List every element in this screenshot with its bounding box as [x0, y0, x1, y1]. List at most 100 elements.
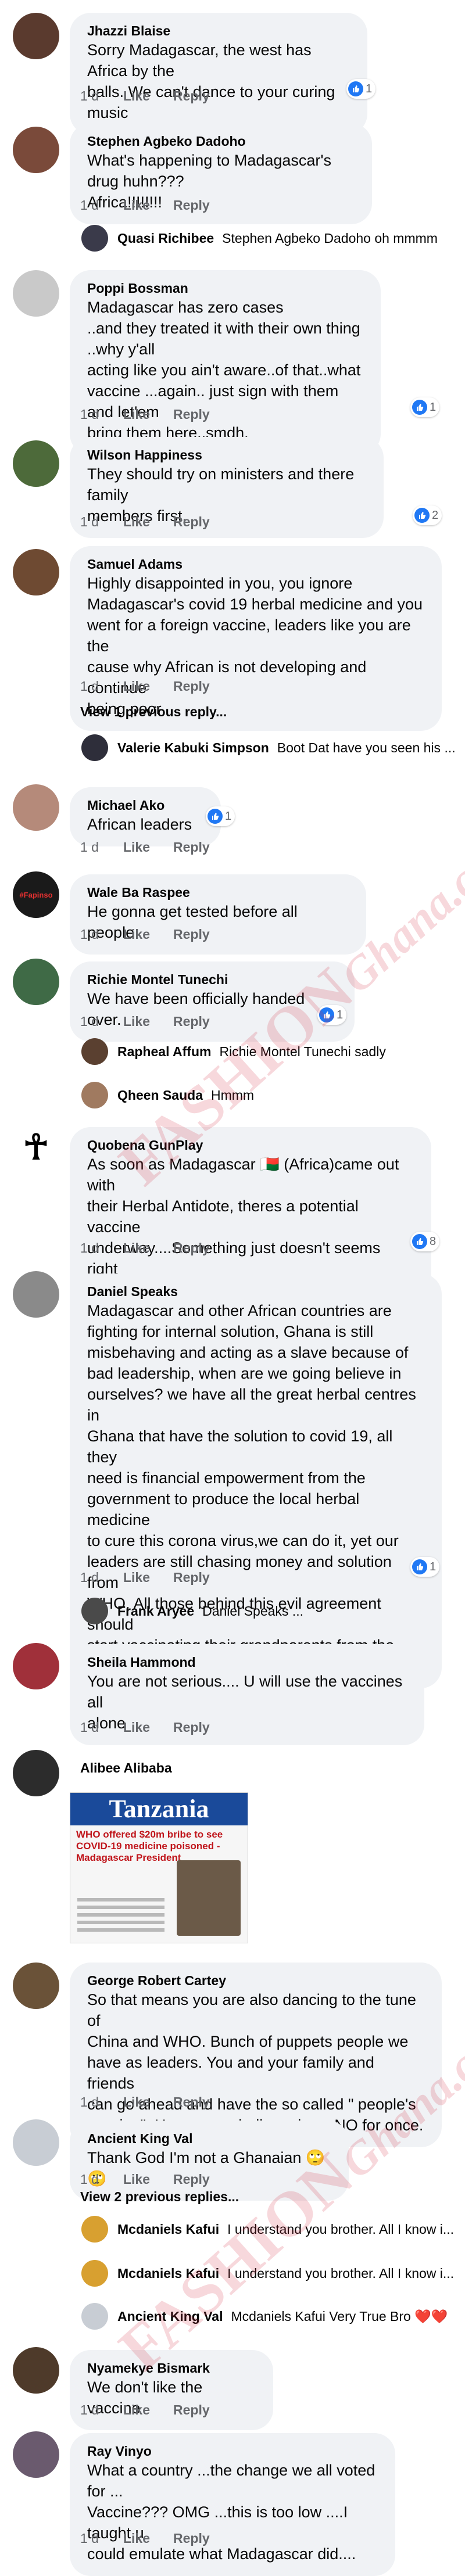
- avatar[interactable]: [13, 2347, 59, 2394]
- reply-button[interactable]: Reply: [173, 514, 210, 529]
- reaction-count[interactable]: 1: [410, 1557, 440, 1577]
- like-button[interactable]: Like: [123, 839, 150, 855]
- avatar[interactable]: [81, 2216, 108, 2243]
- comment-time[interactable]: 1 d: [80, 839, 99, 855]
- avatar[interactable]: [81, 1038, 108, 1065]
- like-button[interactable]: Like: [123, 927, 150, 942]
- reaction-count[interactable]: 8: [410, 1232, 440, 1251]
- reply-author[interactable]: Ancient King Val: [117, 2309, 223, 2324]
- like-button[interactable]: Like: [123, 1720, 150, 1735]
- like-button[interactable]: Like: [123, 2172, 150, 2187]
- like-button[interactable]: Like: [123, 407, 150, 422]
- like-button[interactable]: Like: [123, 198, 150, 213]
- comment-author[interactable]: Wilson Happiness: [87, 446, 366, 464]
- comment-time[interactable]: 1 d: [80, 679, 99, 694]
- comment-author[interactable]: Quobena GunPlay: [87, 1136, 414, 1154]
- comment-author[interactable]: Jhazzi Blaise: [87, 22, 350, 40]
- avatar[interactable]: [13, 270, 59, 317]
- reply-author[interactable]: Frank Aryee: [117, 1603, 194, 1619]
- like-button[interactable]: Like: [123, 1570, 150, 1585]
- avatar[interactable]: [13, 440, 59, 487]
- comment-time[interactable]: 1 d: [80, 1570, 99, 1585]
- comment-time[interactable]: 1 d: [80, 198, 99, 213]
- avatar[interactable]: [81, 225, 108, 252]
- comment-time[interactable]: 1 d: [80, 2531, 99, 2546]
- reaction-count[interactable]: 1: [206, 806, 235, 826]
- like-button[interactable]: Like: [123, 1240, 150, 1255]
- comment-time[interactable]: 1 d: [80, 407, 99, 422]
- comment-time[interactable]: 1 d: [80, 88, 99, 103]
- comment-author[interactable]: Ancient King Val: [87, 2130, 331, 2147]
- reply-button[interactable]: Reply: [173, 2402, 210, 2417]
- reply-button[interactable]: Reply: [173, 2094, 210, 2109]
- newspaper-image[interactable]: Tanzania WHO offered $20m bribe to see C…: [70, 1792, 248, 1943]
- reply-button[interactable]: Reply: [173, 1014, 210, 1029]
- avatar[interactable]: [81, 2303, 108, 2330]
- reply-author[interactable]: Rapheal Affum: [117, 1044, 211, 1060]
- comment-author[interactable]: Ray Vinyo: [87, 2442, 378, 2460]
- avatar[interactable]: [13, 549, 59, 595]
- like-button[interactable]: Like: [123, 2402, 150, 2417]
- avatar[interactable]: [13, 127, 59, 173]
- reply-button[interactable]: Reply: [173, 198, 210, 213]
- reply-author[interactable]: Qheen Sauda: [117, 1088, 203, 1103]
- view-previous-replies-link[interactable]: View 1 previous reply...: [80, 704, 227, 720]
- comment-time[interactable]: 1 d: [80, 514, 99, 529]
- avatar[interactable]: [81, 1082, 108, 1108]
- comment-author[interactable]: Michael Ako: [87, 797, 203, 814]
- avatar[interactable]: [13, 13, 59, 59]
- reaction-count[interactable]: 2: [413, 505, 442, 525]
- reply-button[interactable]: Reply: [173, 679, 210, 694]
- avatar[interactable]: ☥: [13, 1124, 59, 1171]
- reply-author[interactable]: Mcdaniels Kafui: [117, 2266, 219, 2281]
- comment-time[interactable]: 1 d: [80, 1240, 99, 1255]
- comment-time[interactable]: 1 d: [80, 2094, 99, 2109]
- reply-button[interactable]: Reply: [173, 839, 210, 855]
- reply-button[interactable]: Reply: [173, 407, 210, 422]
- like-button[interactable]: Like: [123, 88, 150, 103]
- reply-button[interactable]: Reply: [173, 1240, 210, 1255]
- like-button[interactable]: Like: [123, 1014, 150, 1029]
- view-previous-replies-link[interactable]: View 2 previous replies...: [80, 2189, 239, 2205]
- avatar[interactable]: [81, 2260, 108, 2287]
- reply-author[interactable]: Quasi Richibee: [117, 231, 214, 246]
- avatar[interactable]: [13, 2431, 59, 2478]
- comment-author[interactable]: Richie Montel Tunechi: [87, 971, 337, 988]
- comment-author[interactable]: Alibee Alibaba: [80, 1759, 172, 1777]
- reply-button[interactable]: Reply: [173, 2172, 210, 2187]
- comment-author[interactable]: Stephen Agbeko Dadoho: [87, 132, 355, 150]
- avatar[interactable]: [81, 1598, 108, 1624]
- avatar[interactable]: [13, 1963, 59, 2009]
- like-button[interactable]: Like: [123, 514, 150, 529]
- reaction-count[interactable]: 1: [410, 397, 440, 417]
- reply-button[interactable]: Reply: [173, 88, 210, 103]
- reply-author[interactable]: Valerie Kabuki Simpson: [117, 740, 269, 756]
- reply-button[interactable]: Reply: [173, 1570, 210, 1585]
- reaction-count[interactable]: 1: [317, 1005, 347, 1025]
- reply-button[interactable]: Reply: [173, 2531, 210, 2546]
- comment-author[interactable]: Sheila Hammond: [87, 1653, 407, 1671]
- comment-time[interactable]: 1 d: [80, 1720, 99, 1735]
- reaction-count[interactable]: 1: [346, 79, 376, 99]
- comment-time[interactable]: 1 d: [80, 1014, 99, 1029]
- avatar[interactable]: [81, 734, 108, 761]
- like-button[interactable]: Like: [123, 2531, 150, 2546]
- reply-author[interactable]: Mcdaniels Kafui: [117, 2222, 219, 2237]
- comment-time[interactable]: 1 d: [80, 927, 99, 942]
- comment-time[interactable]: 1 d: [80, 2402, 99, 2417]
- avatar[interactable]: [13, 959, 59, 1005]
- comment-author[interactable]: Daniel Speaks: [87, 1283, 424, 1300]
- avatar[interactable]: #Fapinso: [13, 871, 59, 918]
- like-button[interactable]: Like: [123, 2094, 150, 2109]
- comment-author[interactable]: Nyamekye Bismark: [87, 2359, 256, 2377]
- reply-button[interactable]: Reply: [173, 1720, 210, 1735]
- avatar[interactable]: [13, 1643, 59, 1689]
- like-button[interactable]: Like: [123, 679, 150, 694]
- comment-author[interactable]: Poppi Bossman: [87, 279, 363, 297]
- reply-button[interactable]: Reply: [173, 927, 210, 942]
- avatar[interactable]: [13, 1750, 59, 1796]
- avatar[interactable]: [13, 784, 59, 831]
- comment-author[interactable]: George Robert Cartey: [87, 1972, 424, 1989]
- comment-author[interactable]: Wale Ba Raspee: [87, 884, 349, 901]
- comment-author[interactable]: Samuel Adams: [87, 555, 424, 573]
